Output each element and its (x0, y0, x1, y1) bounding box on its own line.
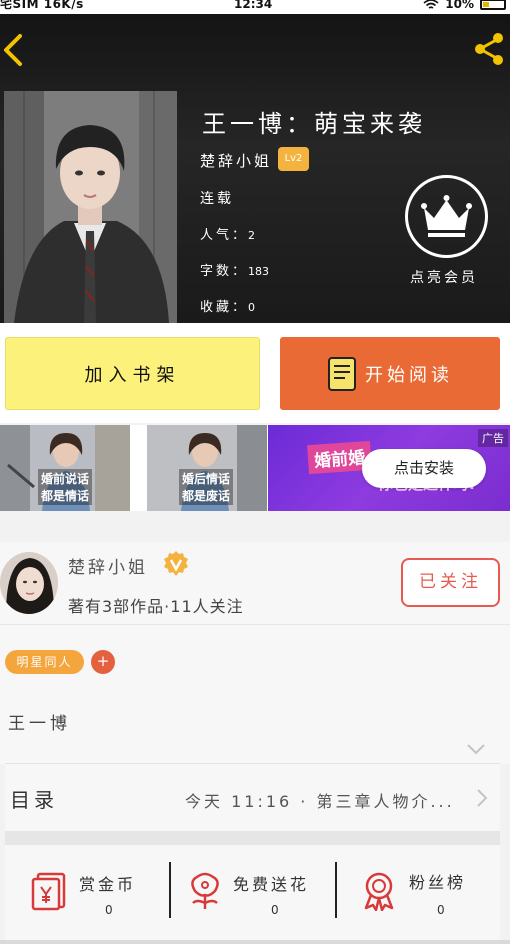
genre-tag[interactable]: 明星同人 (5, 650, 84, 674)
add-tag-button[interactable]: + (91, 650, 115, 674)
ad-caption-2-line2: 都是废话 (182, 489, 231, 503)
author-avatar[interactable] (0, 552, 58, 614)
status-right: 10% (423, 0, 506, 10)
bottom-edge (0, 940, 510, 944)
author-meta: 著有3部作品·11人关注 (68, 597, 244, 616)
flowers-count: 0 (271, 903, 279, 917)
author-card-name[interactable]: 楚辞小姐 (68, 553, 148, 578)
word-count-value: 183 (248, 265, 270, 278)
author-card: 楚辞小姐 著有3部作品·11人关注 已关注 (0, 542, 510, 624)
ad-banner[interactable]: 婚前说话 都是情话 婚后情话 都是废话 婚前婚 你也是这样吗? 广告 点击安装 (0, 425, 510, 511)
favorites-stat: 收藏：0 (200, 296, 255, 315)
reward-coins-button[interactable]: 赏金币 0 (5, 845, 170, 944)
reward-count: 0 (105, 903, 113, 917)
ad-caption-2-line1: 婚后情话 (182, 472, 231, 486)
start-reading-button[interactable]: 开始阅读 (280, 337, 500, 410)
ad-caption-1-line1: 婚前说话 (41, 472, 90, 486)
ad-image-2: 婚后情话 都是废话 (147, 425, 267, 511)
book-icon (328, 356, 356, 391)
toc-label: 目录 (10, 788, 58, 812)
table-of-contents-row[interactable]: 目录 今天 11:16 · 第三章人物介... (5, 763, 500, 831)
ad-caption-1: 婚前说话 都是情话 (38, 469, 93, 505)
popularity-label: 人气： (200, 228, 249, 243)
popularity-value: 2 (248, 229, 256, 242)
flowers-label: 免费送花 (233, 875, 310, 894)
ad-label: 广告 (478, 429, 508, 447)
share-icon (475, 33, 503, 65)
battery-percent: 10% (445, 0, 474, 11)
fans-count: 0 (437, 903, 445, 917)
section-divider (5, 831, 500, 845)
book-header: 宅SIM 16K/s 12:34 10% 王一博：萌宝来袭 楚辞小姐 Lv2 连… (0, 0, 510, 323)
book-title: 王一博：萌宝来袭 (202, 110, 426, 138)
word-count-label: 字数： (200, 264, 249, 279)
book-description: 王一博 (8, 714, 71, 734)
ad-caption-1-line2: 都是情话 (41, 489, 90, 503)
send-flowers-button[interactable]: 免费送花 0 (171, 845, 336, 944)
verified-icon (162, 550, 190, 578)
fans-ranking-button[interactable]: 粉丝榜 0 (337, 845, 500, 944)
follow-button[interactable]: 已关注 (401, 558, 500, 607)
back-button[interactable] (0, 30, 32, 70)
medal-icon (364, 872, 394, 911)
tags-description: 明星同人 + 王一博 (0, 624, 510, 764)
latest-chapter: 今天 11:16 · 第三章人物介... (185, 792, 455, 811)
vip-label[interactable]: 点亮会员 (410, 267, 478, 287)
add-to-shelf-label: 加入书架 (84, 364, 181, 386)
vip-button[interactable] (405, 175, 488, 258)
book-actions: 加入书架 开始阅读 (0, 323, 510, 423)
ad-image-1: 婚前说话 都是情话 (0, 425, 130, 511)
share-button[interactable] (470, 30, 508, 68)
book-cover[interactable] (4, 91, 177, 323)
reward-label: 赏金币 (79, 875, 137, 894)
install-button[interactable]: 点击安装 (362, 449, 486, 488)
chevron-right-icon (475, 788, 489, 808)
battery-icon (480, 0, 506, 10)
red-envelope-icon (31, 872, 66, 911)
wifi-icon (423, 0, 439, 9)
popularity-stat: 人气：2 (200, 224, 255, 243)
crown-icon (421, 195, 472, 237)
start-reading-label: 开始阅读 (365, 364, 453, 386)
level-badge: Lv2 (278, 147, 309, 171)
status-carrier: 宅SIM 16K/s (0, 0, 84, 11)
chevron-down-icon (467, 744, 485, 755)
cover-portrait-image (4, 91, 177, 323)
serial-status: 连载 (200, 191, 234, 207)
flower-icon (191, 872, 219, 909)
bottom-actions: 赏金币 0 免费送花 0 粉丝榜 0 (5, 845, 500, 944)
expand-description-button[interactable] (466, 741, 486, 755)
add-to-shelf-button[interactable]: 加入书架 (5, 337, 260, 410)
favorites-value: 0 (248, 301, 256, 314)
favorites-label: 收藏： (200, 300, 249, 315)
status-time: 12:34 (234, 0, 273, 11)
ad-caption-2: 婚后情话 都是废话 (179, 469, 234, 505)
chevron-left-icon (4, 34, 22, 66)
avatar-image (0, 552, 58, 614)
author-name[interactable]: 楚辞小姐 (200, 150, 272, 171)
fans-label: 粉丝榜 (409, 873, 467, 892)
word-count-stat: 字数：183 (200, 260, 269, 279)
status-bar: 宅SIM 16K/s 12:34 10% (0, 0, 510, 14)
